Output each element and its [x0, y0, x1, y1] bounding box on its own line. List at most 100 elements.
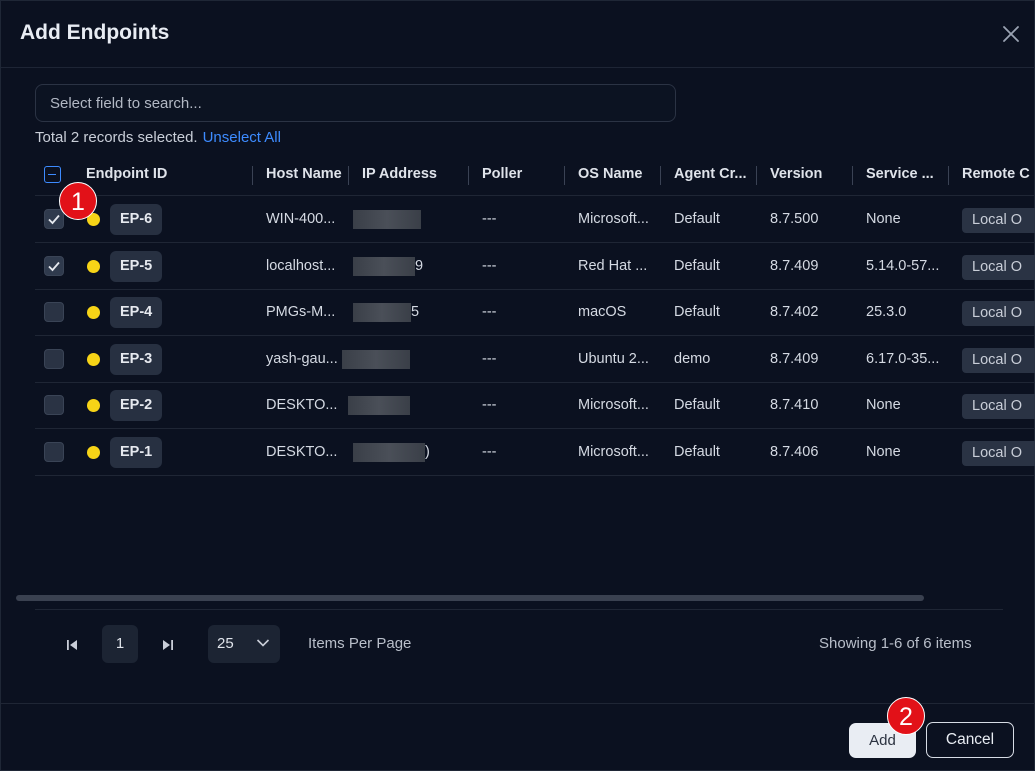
footer-divider — [1, 703, 1035, 704]
service-cell: 25.3.0 — [866, 304, 907, 320]
status-dot — [87, 259, 100, 273]
column-header-version[interactable]: Version — [770, 166, 822, 182]
column-header-remote[interactable]: Remote C — [962, 166, 1030, 182]
cancel-button[interactable]: Cancel — [926, 722, 1014, 758]
version-cell: 8.7.410 — [770, 397, 819, 413]
row-checkbox[interactable] — [44, 209, 64, 229]
column-header-ip-address[interactable]: IP Address — [362, 166, 437, 182]
selection-summary: Total 2 records selected. Unselect All — [35, 129, 281, 146]
table-row[interactable]: EP-4PMGs-M...10.25---macOSDefault8.7.402… — [35, 289, 1035, 336]
column-resize-handle[interactable] — [252, 166, 253, 185]
items-per-page-label: Items Per Page — [308, 635, 412, 652]
column-resize-handle[interactable] — [468, 166, 469, 185]
column-header-endpoint-id[interactable]: Endpoint ID — [86, 166, 167, 182]
table-row[interactable]: EP-3yash-gau...10---Ubuntu 2...demo8.7.4… — [35, 336, 1035, 383]
host-name-cell: yash-gau... — [266, 350, 338, 367]
select-all-checkbox[interactable] — [44, 166, 61, 183]
version-cell: 8.7.402 — [770, 304, 819, 320]
dialog-title: Add Endpoints — [20, 21, 170, 44]
host-name-cell: DESKTO... — [266, 397, 338, 413]
os-name-cell: Microsoft... — [578, 443, 649, 460]
poller-cell: --- — [482, 211, 497, 227]
poller-cell: --- — [482, 397, 497, 413]
agent-credential-cell: demo — [674, 350, 711, 367]
divider — [35, 609, 1003, 610]
endpoint-id-tag[interactable]: EP-1 — [110, 436, 163, 468]
os-name-cell: macOS — [578, 304, 627, 320]
unselect-all-link[interactable]: Unselect All — [203, 129, 281, 146]
version-cell: 8.7.409 — [770, 350, 819, 367]
endpoint-id-tag[interactable]: EP-4 — [110, 297, 163, 328]
redaction-mask — [353, 210, 421, 229]
host-name-cell: localhost... — [266, 257, 336, 274]
status-dot — [87, 352, 100, 366]
ip-address-tail: 9 — [415, 257, 424, 274]
row-checkbox[interactable] — [44, 441, 64, 462]
column-resize-handle[interactable] — [948, 166, 949, 185]
endpoint-id-tag[interactable]: EP-6 — [110, 204, 163, 235]
dialog-header: Add Endpoints — [1, 1, 1035, 68]
column-resize-handle[interactable] — [564, 166, 565, 185]
first-page-icon[interactable] — [64, 637, 80, 653]
endpoint-id-tag[interactable]: EP-5 — [110, 250, 163, 282]
column-header-host-name[interactable]: Host Name — [266, 166, 342, 182]
os-name-cell: Red Hat ... — [578, 257, 648, 274]
endpoints-table: Endpoint ID Host Name IP Address Poller … — [35, 155, 1035, 477]
row-checkbox[interactable] — [44, 302, 64, 322]
endpoint-id-tag[interactable]: EP-2 — [110, 390, 163, 421]
step-callout-1: 1 — [59, 182, 97, 220]
redaction-mask — [348, 396, 410, 415]
horizontal-scrollbar[interactable] — [16, 595, 924, 601]
service-cell: None — [866, 397, 901, 413]
table-row[interactable]: EP-5localhost...1729---Red Hat ...Defaul… — [35, 243, 1035, 290]
column-header-service[interactable]: Service ... — [866, 166, 934, 182]
row-checkbox[interactable] — [44, 348, 64, 369]
status-dot — [87, 306, 100, 319]
remote-badge: Local O — [962, 347, 1035, 373]
items-per-page-select[interactable]: 25 — [208, 625, 280, 663]
column-resize-handle[interactable] — [852, 166, 853, 185]
host-name-cell: DESKTO... — [266, 443, 338, 460]
redaction-mask — [342, 349, 410, 369]
add-endpoints-dialog: Add Endpoints Total 2 records selected. U… — [0, 0, 1035, 771]
endpoint-id-tag[interactable]: EP-3 — [110, 343, 163, 375]
column-resize-handle[interactable] — [348, 166, 349, 185]
column-header-agent-credential[interactable]: Agent Cr... — [674, 166, 747, 182]
poller-cell: --- — [482, 257, 497, 274]
close-icon[interactable] — [1000, 23, 1022, 45]
status-dot — [87, 399, 100, 412]
version-cell: 8.7.409 — [770, 257, 819, 274]
table-row[interactable]: EP-2DESKTO...10.---Microsoft...Default8.… — [35, 382, 1035, 429]
remote-badge: Local O — [962, 440, 1035, 466]
items-per-page-value: 25 — [217, 635, 234, 652]
chevron-down-icon — [256, 639, 270, 647]
table-row[interactable]: EP-6WIN-400...172---Microsoft...Default8… — [35, 196, 1035, 243]
column-resize-handle[interactable] — [756, 166, 757, 185]
search-input[interactable] — [35, 84, 676, 122]
host-name-cell: WIN-400... — [266, 211, 336, 227]
remote-badge: Local O — [962, 254, 1035, 280]
row-checkbox[interactable] — [44, 255, 64, 276]
remote-badge: Local O — [962, 301, 1035, 326]
selection-count-text: Total 2 records selected. — [35, 129, 198, 146]
column-header-poller[interactable]: Poller — [482, 166, 522, 182]
status-dot — [87, 445, 100, 459]
os-name-cell: Microsoft... — [578, 211, 649, 227]
row-checkbox[interactable] — [44, 395, 64, 415]
agent-credential-cell: Default — [674, 304, 720, 320]
service-cell: 5.14.0-57... — [866, 257, 940, 274]
os-name-cell: Microsoft... — [578, 397, 649, 413]
redaction-mask — [353, 256, 415, 276]
remote-badge: Local O — [962, 208, 1035, 233]
last-page-icon[interactable] — [160, 637, 176, 653]
column-header-os-name[interactable]: OS Name — [578, 166, 642, 182]
poller-cell: --- — [482, 350, 497, 367]
check-icon — [48, 261, 60, 271]
agent-credential-cell: Default — [674, 211, 720, 227]
remote-badge: Local O — [962, 394, 1035, 419]
column-resize-handle[interactable] — [660, 166, 661, 185]
table-row[interactable]: EP-1DESKTO...192)---Microsoft...Default8… — [35, 429, 1035, 476]
step-callout-2: 2 — [887, 697, 925, 735]
version-cell: 8.7.406 — [770, 443, 819, 460]
page-number-button[interactable]: 1 — [102, 625, 138, 663]
